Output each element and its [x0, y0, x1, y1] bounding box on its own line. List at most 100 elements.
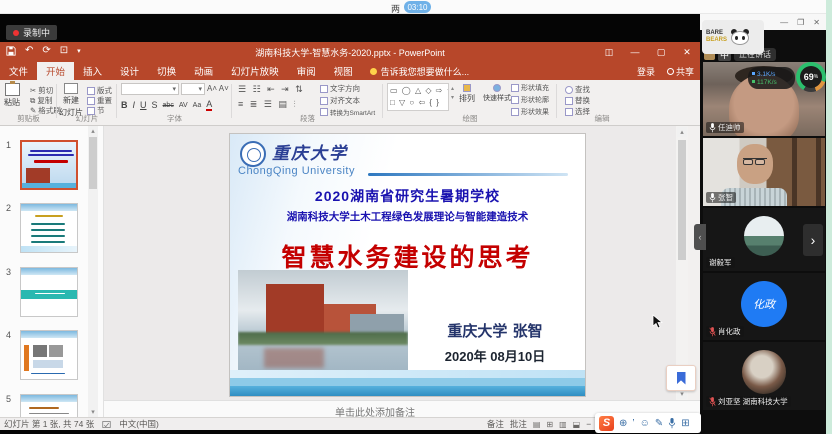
slides-group-label: 幻灯片 — [57, 113, 117, 124]
ribbon-display-options-icon[interactable]: ◫ — [596, 42, 622, 62]
punctuation-icon[interactable]: ’ — [632, 418, 634, 429]
arrange-button[interactable]: 排列 — [459, 84, 475, 104]
minimize-icon[interactable]: — — [780, 18, 788, 27]
cpu-gauge: 69% — [796, 62, 826, 92]
language-indicator[interactable]: 中文(中国) — [119, 418, 159, 430]
tab-slideshow[interactable]: 幻灯片放映 — [222, 62, 288, 80]
close-icon[interactable]: ✕ — [674, 42, 700, 62]
slideshow-view-icon[interactable]: ⬓ — [573, 420, 581, 429]
text-shadow-button[interactable]: S — [152, 100, 158, 110]
text-direction-button[interactable]: 文字方向 — [320, 83, 382, 94]
sign-in-button[interactable]: 登录 — [637, 65, 655, 78]
reading-view-icon[interactable]: ▥ — [559, 420, 567, 429]
status-left: 幻灯片 第 1 张, 共 74 张 中文(中国) — [4, 418, 159, 430]
share-button[interactable]: 共享 — [667, 65, 694, 78]
quick-styles-button[interactable]: 快速样式 — [483, 84, 511, 103]
cut-icon: ✂ — [30, 86, 36, 95]
normal-view-icon[interactable]: ▤ — [533, 420, 541, 429]
replace-button[interactable]: 替换 — [565, 95, 590, 106]
bookmark-icon — [677, 372, 686, 385]
slide-editor[interactable]: 重庆大学 ChongQing University 2020湖南省研究生暑期学校… — [230, 134, 585, 396]
bold-button[interactable]: B — [121, 100, 128, 110]
shape-outline-icon — [511, 96, 519, 104]
campus-photo — [238, 270, 408, 376]
sogou-logo-icon[interactable]: S — [599, 416, 614, 431]
slide-thumbnail-3[interactable] — [20, 267, 78, 317]
participant-tile-3[interactable]: 谢毅军 › — [703, 208, 825, 271]
slide-thumbnail-4[interactable] — [20, 330, 78, 380]
tab-file[interactable]: 文件 — [0, 62, 37, 80]
thumbnail-number: 5 — [6, 394, 11, 404]
scroll-up-icon[interactable]: ▴ — [88, 126, 98, 136]
restore-icon[interactable]: ❐ — [797, 18, 804, 27]
participant-name: 刘亚坚 湖南科技大学 — [718, 396, 788, 407]
tab-home[interactable]: 开始 — [37, 62, 74, 80]
participant-tile-4[interactable]: 化政 肖化政 — [703, 273, 825, 340]
decor — [31, 241, 65, 243]
text-direction-icon — [320, 85, 328, 93]
character-spacing-button[interactable]: AV — [179, 102, 188, 109]
notes-toggle-button[interactable]: 备注 — [487, 418, 504, 430]
slide-thumbnail-panel: 1 2 3 4 — [0, 126, 104, 417]
list-indent-buttons[interactable]: ☰ ☷ ⇤ ⇥ ⇅ — [238, 84, 305, 95]
font-size-combobox[interactable]: ▾ — [181, 83, 205, 95]
decor — [742, 36, 745, 40]
voice-input-icon[interactable] — [668, 418, 676, 429]
ime-toggle-icon[interactable]: ⊕ — [619, 418, 627, 429]
slide-date: 2020年 08月10日 — [410, 346, 580, 365]
participant-video-2[interactable]: 张智 — [703, 138, 825, 206]
tab-design[interactable]: 设计 — [111, 62, 148, 80]
zoom-out-button[interactable]: − — [586, 419, 591, 429]
alignment-buttons[interactable]: ≡ ≣ ☰ ▤ ⫶ — [238, 99, 298, 110]
minimize-icon[interactable]: — — [622, 42, 648, 62]
shape-outline-button[interactable]: 形状轮廓 — [511, 95, 557, 105]
find-button[interactable]: 查找 — [565, 84, 590, 95]
spellcheck-icon[interactable] — [102, 420, 111, 429]
participant-tile-5[interactable]: 刘亚坚 湖南科技大学 — [703, 342, 825, 410]
handwriting-pen-icon[interactable]: ✎ — [655, 418, 663, 429]
align-text-button[interactable]: 对齐文本 — [320, 95, 382, 106]
close-icon[interactable]: ✕ — [813, 18, 820, 27]
university-name-cn: 重庆大学 — [272, 139, 348, 164]
tell-me-box[interactable]: 告诉我您想要做什么... — [362, 62, 478, 80]
ribbon-tab-bar: 文件 开始 插入 设计 切换 动画 幻灯片放映 审阅 视图 告诉我您想要做什么.… — [0, 62, 700, 80]
slide-sorter-view-icon[interactable]: ⊞ — [546, 420, 553, 429]
underline-button[interactable]: U — [140, 100, 147, 110]
tab-review[interactable]: 审阅 — [288, 62, 325, 80]
tab-transitions[interactable]: 切换 — [148, 62, 185, 80]
maximize-icon[interactable]: ▢ — [648, 42, 674, 62]
grow-shrink-font-buttons[interactable]: A˄ A˅ — [207, 84, 229, 93]
slide-thumbnail-1[interactable] — [20, 140, 78, 190]
sogou-ime-toolbar: S ⊕ ’ ☺ ✎ ⊞ — [595, 413, 701, 433]
next-participants-button[interactable]: › — [803, 224, 823, 256]
slide-thumbnail-5[interactable] — [20, 394, 78, 417]
bookmark-button[interactable] — [666, 365, 696, 391]
change-case-button[interactable]: Aa — [193, 102, 202, 109]
mic-on-icon — [709, 193, 716, 203]
font-color-button[interactable]: A — [206, 99, 212, 111]
canvas-scrollbar[interactable]: ▴ ▾ — [676, 126, 688, 400]
scroll-down-icon[interactable]: ▾ — [88, 407, 98, 417]
strikethrough-button[interactable]: abc — [163, 102, 174, 109]
scrollbar-thumb[interactable] — [89, 137, 97, 189]
tab-animations[interactable]: 动画 — [185, 62, 222, 80]
font-name-combobox[interactable]: ▾ — [121, 83, 179, 95]
scroll-up-icon[interactable]: ▴ — [677, 127, 687, 137]
meeting-timer-badge[interactable]: 03:10 — [404, 1, 431, 13]
slide-thumbnail-2[interactable] — [20, 203, 78, 253]
thumbnail-scrollbar[interactable]: ▴ ▾ — [88, 126, 98, 417]
sidebar-collapse-handle[interactable]: ‹ — [694, 224, 706, 250]
paste-button[interactable]: 粘贴 — [4, 83, 20, 108]
emoji-icon[interactable]: ☺ — [640, 418, 650, 429]
shapes-gallery[interactable]: ▭ ◯ △ ◇ ⇨ ☆ □ ▽ ○ ⇦ { } — [387, 83, 449, 111]
shapes-scroll-buttons[interactable]: ▴▾ — [451, 85, 454, 101]
toolbox-grid-icon[interactable]: ⊞ — [681, 418, 689, 429]
comments-toggle-button[interactable]: 批注 — [510, 418, 527, 430]
shape-fill-button[interactable]: 形状填充 — [511, 83, 557, 93]
decor — [24, 345, 29, 371]
tab-insert[interactable]: 插入 — [74, 62, 111, 80]
paste-icon — [5, 83, 20, 96]
scrollbar-thumb[interactable] — [678, 140, 686, 260]
tab-view[interactable]: 视图 — [325, 62, 362, 80]
italic-button[interactable]: I — [133, 100, 136, 110]
